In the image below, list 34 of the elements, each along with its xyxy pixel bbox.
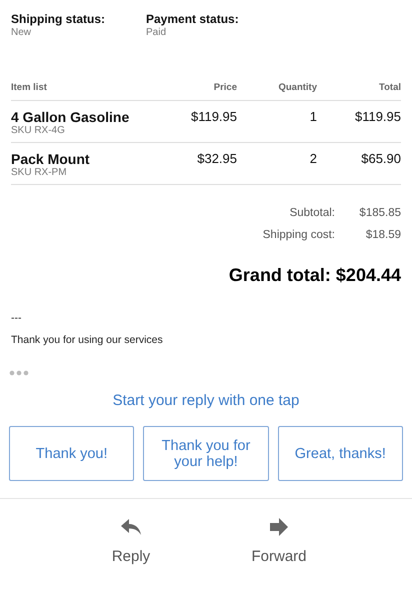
summary-label: Subtotal: [290, 207, 335, 219]
more-dots-icon[interactable] [9, 370, 29, 376]
column-header: Price [214, 82, 237, 93]
status-label: Payment status: [146, 12, 240, 26]
summary-value: $18.59 [364, 229, 401, 241]
summary-label: Shipping cost: [262, 229, 335, 241]
summary-value: $185.85 [358, 207, 401, 219]
grand-total: Grand total: $204.44 [228, 265, 401, 286]
item-name: 4 Gallon Gasoline [11, 109, 130, 125]
column-header: Total [379, 82, 401, 93]
status-value: Paid [146, 27, 168, 38]
smart-reply-button[interactable]: Great, thanks! [278, 426, 403, 481]
column-header: Item list [11, 82, 47, 93]
status-value: New [11, 27, 32, 38]
quantity-cell: 2 [310, 151, 317, 166]
quantity-cell: 1 [310, 109, 317, 124]
price-cell: $119.95 [190, 109, 237, 124]
arrow-right-icon [269, 518, 289, 536]
reply-icon [120, 518, 142, 536]
item-sku: SKU RX-4G [11, 125, 66, 136]
action-button[interactable]: Reply [80, 517, 182, 566]
total-cell: $65.90 [361, 151, 401, 166]
total-cell: $119.95 [354, 109, 401, 124]
column-header: Quantity [278, 82, 317, 93]
smart-reply-title: Start your reply with one tap [112, 392, 300, 409]
item-name: Pack Mount [11, 151, 91, 167]
smart-reply-button[interactable]: Thank you for your help! [143, 426, 269, 481]
signature-text: --- [11, 312, 22, 324]
action-button[interactable]: Forward [228, 517, 330, 566]
signature-text: Thank you for using our services [11, 334, 164, 346]
price-cell: $32.95 [197, 151, 237, 166]
status-label: Shipping status: [11, 12, 106, 26]
smart-reply-button[interactable]: Thank you! [9, 426, 134, 481]
item-sku: SKU RX-PM [11, 167, 68, 178]
